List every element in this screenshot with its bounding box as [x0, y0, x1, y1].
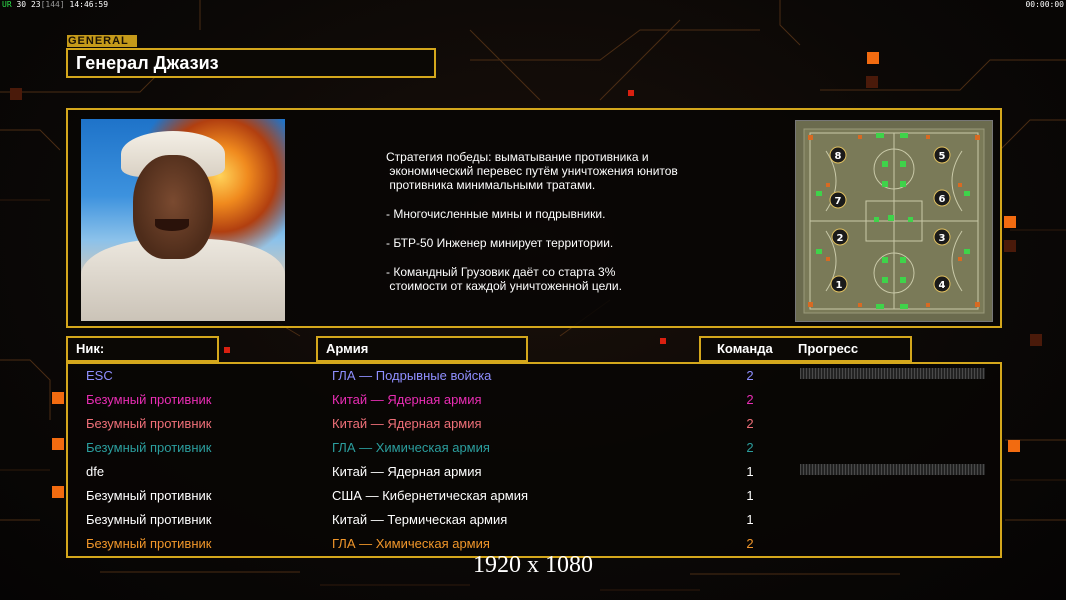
- map-slot: 5: [933, 146, 951, 164]
- svg-text:7: 7: [835, 196, 842, 207]
- player-team: 2: [746, 392, 754, 407]
- decor-square: [1004, 240, 1016, 252]
- hud-bracket: [144]: [40, 0, 65, 9]
- strategy-line: - Многочисленные мины и подрывники.: [386, 207, 606, 221]
- decor-square: [224, 347, 230, 353]
- map-svg: 8 5 7 6 2 3 1 4: [796, 121, 992, 321]
- hud-fps: 30: [16, 0, 27, 9]
- player-nick: Безумный противник: [86, 512, 212, 527]
- decor-square: [628, 90, 634, 96]
- svg-text:4: 4: [939, 280, 946, 291]
- map-preview: 8 5 7 6 2 3 1 4: [795, 120, 993, 322]
- player-army: Китай — Термическая армия: [332, 512, 508, 527]
- player-army: ГЛА — Химическая армия: [332, 440, 490, 455]
- map-slot: 4: [933, 275, 951, 293]
- hud-value: 23: [30, 0, 41, 9]
- map-slot: 2: [831, 228, 849, 246]
- decor-square: [52, 438, 64, 450]
- player-progress-bar: [800, 464, 985, 475]
- decor-square: [52, 392, 64, 404]
- player-row[interactable]: Безумный противник США — Кибернетическая …: [68, 484, 998, 508]
- map-slot: 6: [933, 189, 951, 207]
- player-nick: Безумный противник: [86, 416, 212, 431]
- player-nick: ESC: [86, 368, 113, 383]
- player-row[interactable]: Безумный противник Китай — Термическая ар…: [68, 508, 998, 532]
- decor-square: [52, 486, 64, 498]
- decor-square: [866, 76, 878, 88]
- general-tag: GENERAL: [67, 35, 137, 47]
- svg-text:1: 1: [836, 280, 843, 291]
- strategy-text: Стратегия победы: выматывание противника…: [386, 150, 746, 308]
- player-army: Китай — Ядерная армия: [332, 464, 482, 479]
- player-team: 1: [746, 512, 754, 527]
- svg-text:5: 5: [939, 151, 946, 162]
- column-header-army: Армия: [316, 336, 528, 362]
- column-header-nick: Ник:: [66, 336, 219, 362]
- decor-square: [660, 338, 666, 344]
- hud-flag: UR: [2, 0, 12, 9]
- player-nick: Безумный противник: [86, 488, 212, 503]
- player-team: 2: [746, 440, 754, 455]
- strategy-line: - БТР-50 Инженер минирует территории.: [386, 236, 614, 250]
- players-list: ESC ГЛА — Подрывные войска 2 Безумный проти…: [66, 362, 1002, 558]
- player-progress-bar: [800, 368, 985, 379]
- decor-square: [1030, 334, 1042, 346]
- player-team: 2: [746, 416, 754, 431]
- player-row[interactable]: ESC ГЛА — Подрывные войска 2: [68, 364, 998, 388]
- strategy-line: Стратегия победы: выматывание противника…: [386, 150, 678, 192]
- column-header-team-progress: Команда Прогресс: [699, 336, 912, 362]
- map-slot: 3: [933, 228, 951, 246]
- hud-clock: 14:46:59: [69, 0, 109, 9]
- player-row[interactable]: Безумный противник Китай — Ядерная армия 2: [68, 388, 998, 412]
- svg-text:3: 3: [939, 233, 946, 244]
- svg-text:8: 8: [835, 151, 842, 162]
- player-army: ГЛА — Подрывные войска: [332, 368, 492, 383]
- resolution-label: 1920 x 1080: [473, 552, 593, 578]
- player-army: Китай — Ядерная армия: [332, 392, 482, 407]
- player-row[interactable]: Безумный противник Китай — Ядерная армия 2: [68, 412, 998, 436]
- player-nick: Безумный противник: [86, 392, 212, 407]
- player-row[interactable]: dfe Китай — Ядерная армия 1: [68, 460, 998, 484]
- strategy-line: - Командный Грузовик даёт со старта 3% с…: [386, 265, 622, 293]
- player-nick: Безумный противник: [86, 440, 212, 455]
- player-army: Китай — Ядерная армия: [332, 416, 482, 431]
- column-header-team: Команда: [717, 341, 773, 356]
- map-slot: 7: [829, 191, 847, 209]
- decor-square: [10, 88, 22, 100]
- map-slot: 1: [830, 275, 848, 293]
- player-team: 1: [746, 464, 754, 479]
- decor-square: [867, 52, 879, 64]
- hud-timer: 00:00:00: [1025, 0, 1064, 9]
- general-name: Генерал Джазиз: [66, 48, 436, 78]
- map-slot: 8: [829, 146, 847, 164]
- player-team: 2: [746, 368, 754, 383]
- hud-left: UR 30 23[144] 14:46:59: [2, 0, 108, 9]
- player-team: 1: [746, 488, 754, 503]
- decor-square: [1008, 440, 1020, 452]
- svg-text:2: 2: [837, 233, 844, 244]
- column-header-progress: Прогресс: [798, 341, 859, 356]
- player-row[interactable]: Безумный противник ГЛА — Химическая армия…: [68, 436, 998, 460]
- svg-text:6: 6: [939, 194, 946, 205]
- general-info-panel: Стратегия победы: выматывание противника…: [66, 108, 1002, 328]
- decor-square: [1004, 216, 1016, 228]
- player-army: США — Кибернетическая армия: [332, 488, 529, 503]
- player-nick: dfe: [86, 464, 105, 479]
- general-portrait: [81, 119, 285, 321]
